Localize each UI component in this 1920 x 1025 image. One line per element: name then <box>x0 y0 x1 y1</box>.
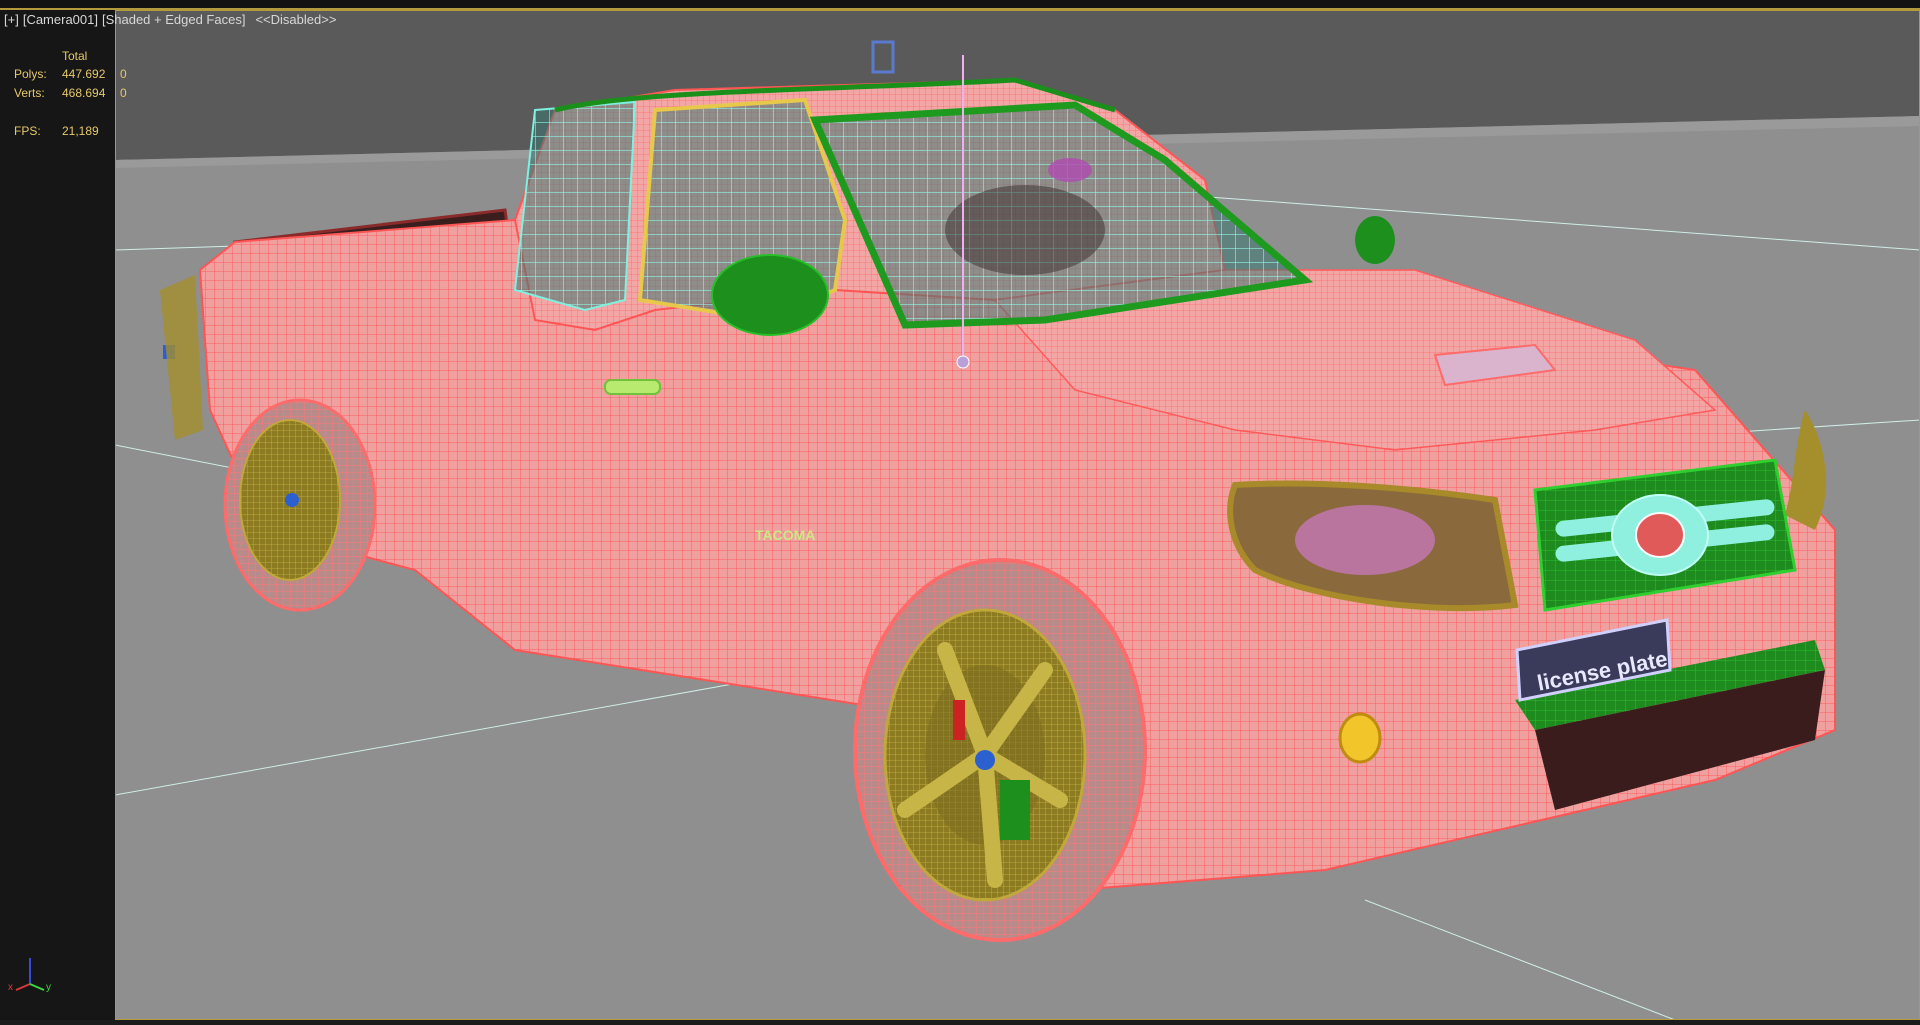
axis-x-label: x <box>8 982 13 993</box>
fps-label: FPS: <box>14 124 41 138</box>
stats-header: Total <box>62 49 88 63</box>
polys-selected: 0 <box>120 67 127 81</box>
tacoma-badge: TACOMA <box>755 527 815 543</box>
polys-label: Polys: <box>14 67 47 81</box>
viewport-scene[interactable]: TACOMA license plate <box>114 10 1920 1021</box>
polys-total: 447.692 <box>62 67 106 81</box>
verts-selected: 0 <box>120 86 127 100</box>
fps-value: 21,189 <box>62 124 99 138</box>
stats-panel <box>0 10 115 1020</box>
viewport-shading-menu[interactable]: [Shaded + Edged Faces] <box>102 12 245 27</box>
viewport-disabled-label[interactable]: <<Disabled>> <box>255 12 336 27</box>
axis-gizmo-icon: x y <box>8 958 51 993</box>
verts-total: 468.694 <box>62 86 106 100</box>
viewport-menu-plus[interactable]: [+] <box>4 12 19 27</box>
front-wheel <box>853 558 1147 942</box>
verts-label: Verts: <box>14 86 45 100</box>
rear-wheel <box>223 398 377 612</box>
viewport-top-border <box>0 0 1920 10</box>
viewport-camera-menu[interactable]: [Camera001] <box>23 12 98 27</box>
viewport[interactable]: TACOMA license plate [+] [Camera001] [Sh… <box>0 0 1920 1021</box>
viewport-label[interactable]: [+] [Camera001] [Shaded + Edged Faces] <… <box>4 12 336 27</box>
axis-y-label: y <box>46 982 51 993</box>
